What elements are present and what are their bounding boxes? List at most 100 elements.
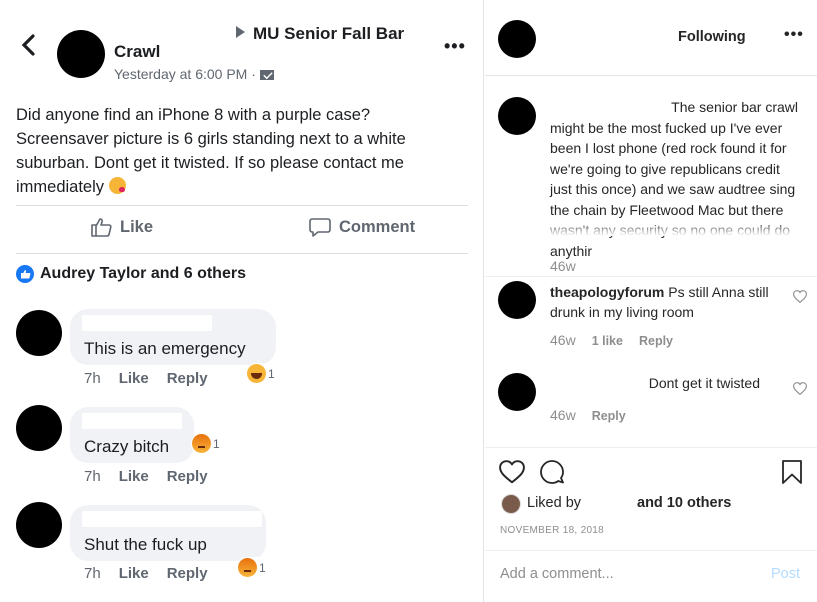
reaction-count: 1 xyxy=(259,560,266,575)
more-options-button[interactable]: ••• xyxy=(784,26,804,44)
comment-reaction[interactable]: 1 xyxy=(246,363,278,384)
group-name[interactable]: MU Senior Fall Bar xyxy=(236,24,404,44)
divider xyxy=(16,253,468,254)
post-line: immediately xyxy=(16,178,105,196)
comment-age: 46w xyxy=(550,407,576,423)
comment-bubble[interactable]: Crazy bitch xyxy=(70,407,194,463)
post-comment-button[interactable]: Post xyxy=(771,566,800,582)
divider xyxy=(485,75,817,76)
comment-meta: 7h Like Reply xyxy=(84,370,226,387)
caption-line: just this once) and we saw audtree sing xyxy=(550,181,796,197)
comment-meta: 46w Reply xyxy=(550,407,642,423)
post-line: suburban. Dont get it twisted. If so ple… xyxy=(16,154,404,172)
post-timestamp[interactable]: Yesterday at 6:00 PM · xyxy=(114,66,274,82)
liked-by-others[interactable]: and 10 others xyxy=(637,495,731,511)
commenter-avatar-redacted[interactable] xyxy=(16,310,62,356)
ellipsis-icon: ••• xyxy=(784,26,804,43)
caption-line: we're going to give republicans credit xyxy=(550,160,780,177)
liked-by-others-text: and 10 others xyxy=(637,495,732,511)
comment-reaction[interactable]: 1 xyxy=(237,557,269,578)
commenter-avatar-redacted[interactable] xyxy=(16,405,62,451)
comment-meta: 7h Like Reply xyxy=(84,565,226,582)
heart-icon[interactable] xyxy=(499,460,525,484)
comment-reaction[interactable]: 1 xyxy=(191,433,223,454)
reaction-count: 1 xyxy=(268,366,275,381)
like-reaction-icon xyxy=(16,265,34,283)
ellipsis-icon: ••• xyxy=(444,36,466,56)
instagram-post-panel: Following ••• The senior bar crawl might… xyxy=(485,0,817,602)
liked-by-label: Liked by xyxy=(527,495,582,511)
back-button[interactable] xyxy=(20,33,36,61)
comment-likes-count[interactable]: 1 like xyxy=(592,334,623,348)
post-date: NOVEMBER 18, 2018 xyxy=(500,525,605,536)
envelope-icon xyxy=(259,70,274,80)
timestamp-text: Yesterday at 6:00 PM · xyxy=(114,66,256,82)
ig-comment: Dont get it twisted xyxy=(550,373,760,393)
comment-meta: 46w 1 like Reply xyxy=(550,332,689,348)
reactions-summary[interactable]: Audrey Taylor and 6 others xyxy=(16,265,246,283)
divider xyxy=(485,447,817,448)
comment-age: 7h xyxy=(84,468,101,485)
angry-emoji-icon xyxy=(192,434,211,453)
comment-text: Shut the fuck up xyxy=(84,535,207,554)
caption-fade xyxy=(545,224,815,236)
post-line: Screensaver picture is 6 girls standing … xyxy=(16,130,406,148)
caption-line: the chain by Fleetwood Mac but there xyxy=(550,201,784,218)
heart-icon[interactable] xyxy=(793,290,807,303)
comment-age: 7h xyxy=(84,565,101,582)
comment-age: 46w xyxy=(550,332,576,348)
post-line-last: immediately xyxy=(16,175,456,199)
comment-bubble[interactable]: This is an emergency xyxy=(70,309,276,365)
comment-reply-link[interactable]: Reply xyxy=(639,334,673,348)
caption-avatar-redacted[interactable] xyxy=(498,97,536,135)
caption-line: might be the most fucked up I've ever xyxy=(550,119,783,136)
bookmark-icon[interactable] xyxy=(781,459,803,485)
liker-avatar[interactable] xyxy=(501,494,521,514)
caption-age: 46w xyxy=(550,258,576,274)
comment-reply-link[interactable]: Reply xyxy=(167,468,208,485)
caption-line: The senior bar crawl xyxy=(671,99,798,115)
reactions-text: Audrey Taylor and 6 others xyxy=(40,265,246,282)
more-options-button[interactable]: ••• xyxy=(444,36,466,57)
comment-text: Dont get it twisted xyxy=(648,375,760,391)
comment-reply-link[interactable]: Reply xyxy=(167,565,208,582)
comment-bubble-icon[interactable] xyxy=(539,459,565,485)
commenter-avatar-redacted[interactable] xyxy=(16,502,62,548)
divider xyxy=(485,550,817,551)
add-comment-input[interactable]: Add a comment... xyxy=(500,566,614,582)
thumbs-up-icon xyxy=(91,218,112,237)
commenter-name-redacted[interactable] xyxy=(82,511,262,527)
group-name-text: MU Senior Fall Bar xyxy=(253,24,405,43)
like-button[interactable]: Like xyxy=(90,217,153,237)
commenter-avatar-redacted[interactable] xyxy=(498,281,536,319)
comment-text: Crazy bitch xyxy=(84,437,170,456)
poster-avatar-redacted[interactable] xyxy=(498,20,536,58)
commenter-name-redacted[interactable] xyxy=(82,413,182,429)
following-button[interactable]: Following xyxy=(678,29,746,45)
like-label: Like xyxy=(120,217,154,236)
ig-comment: theapologyforum Ps still Anna still drun… xyxy=(550,282,790,322)
post-caption: The senior bar crawl might be the most f… xyxy=(550,97,812,261)
author-avatar-redacted[interactable] xyxy=(57,30,105,78)
comment-like-link[interactable]: Like xyxy=(119,565,149,582)
divider xyxy=(16,205,468,206)
comment-label: Comment xyxy=(339,217,416,236)
comment-reply-link[interactable]: Reply xyxy=(167,370,208,387)
comment-button[interactable]: Comment xyxy=(309,217,415,237)
comment-bubble-icon xyxy=(309,218,331,237)
comment-reply-link[interactable]: Reply xyxy=(592,409,626,423)
comment-age: 7h xyxy=(84,370,101,387)
chevron-left-icon xyxy=(21,34,35,56)
author-name[interactable]: Crawl xyxy=(114,42,160,62)
arrow-right-icon xyxy=(236,26,245,38)
post-line: Did anyone find an iPhone 8 with a purpl… xyxy=(16,106,371,124)
caption-line: been I lost phone (red rock found it for xyxy=(550,140,787,156)
comment-like-link[interactable]: Like xyxy=(119,370,149,387)
comment-bubble[interactable]: Shut the fuck up xyxy=(70,505,266,561)
heart-icon[interactable] xyxy=(793,382,807,395)
facebook-post-panel: Crawl MU Senior Fall Bar Yesterday at 6:… xyxy=(0,0,484,602)
comment-username[interactable]: theapologyforum xyxy=(550,284,664,300)
comment-like-link[interactable]: Like xyxy=(119,468,149,485)
commenter-avatar-redacted[interactable] xyxy=(498,373,536,411)
commenter-name-redacted[interactable] xyxy=(82,315,212,331)
